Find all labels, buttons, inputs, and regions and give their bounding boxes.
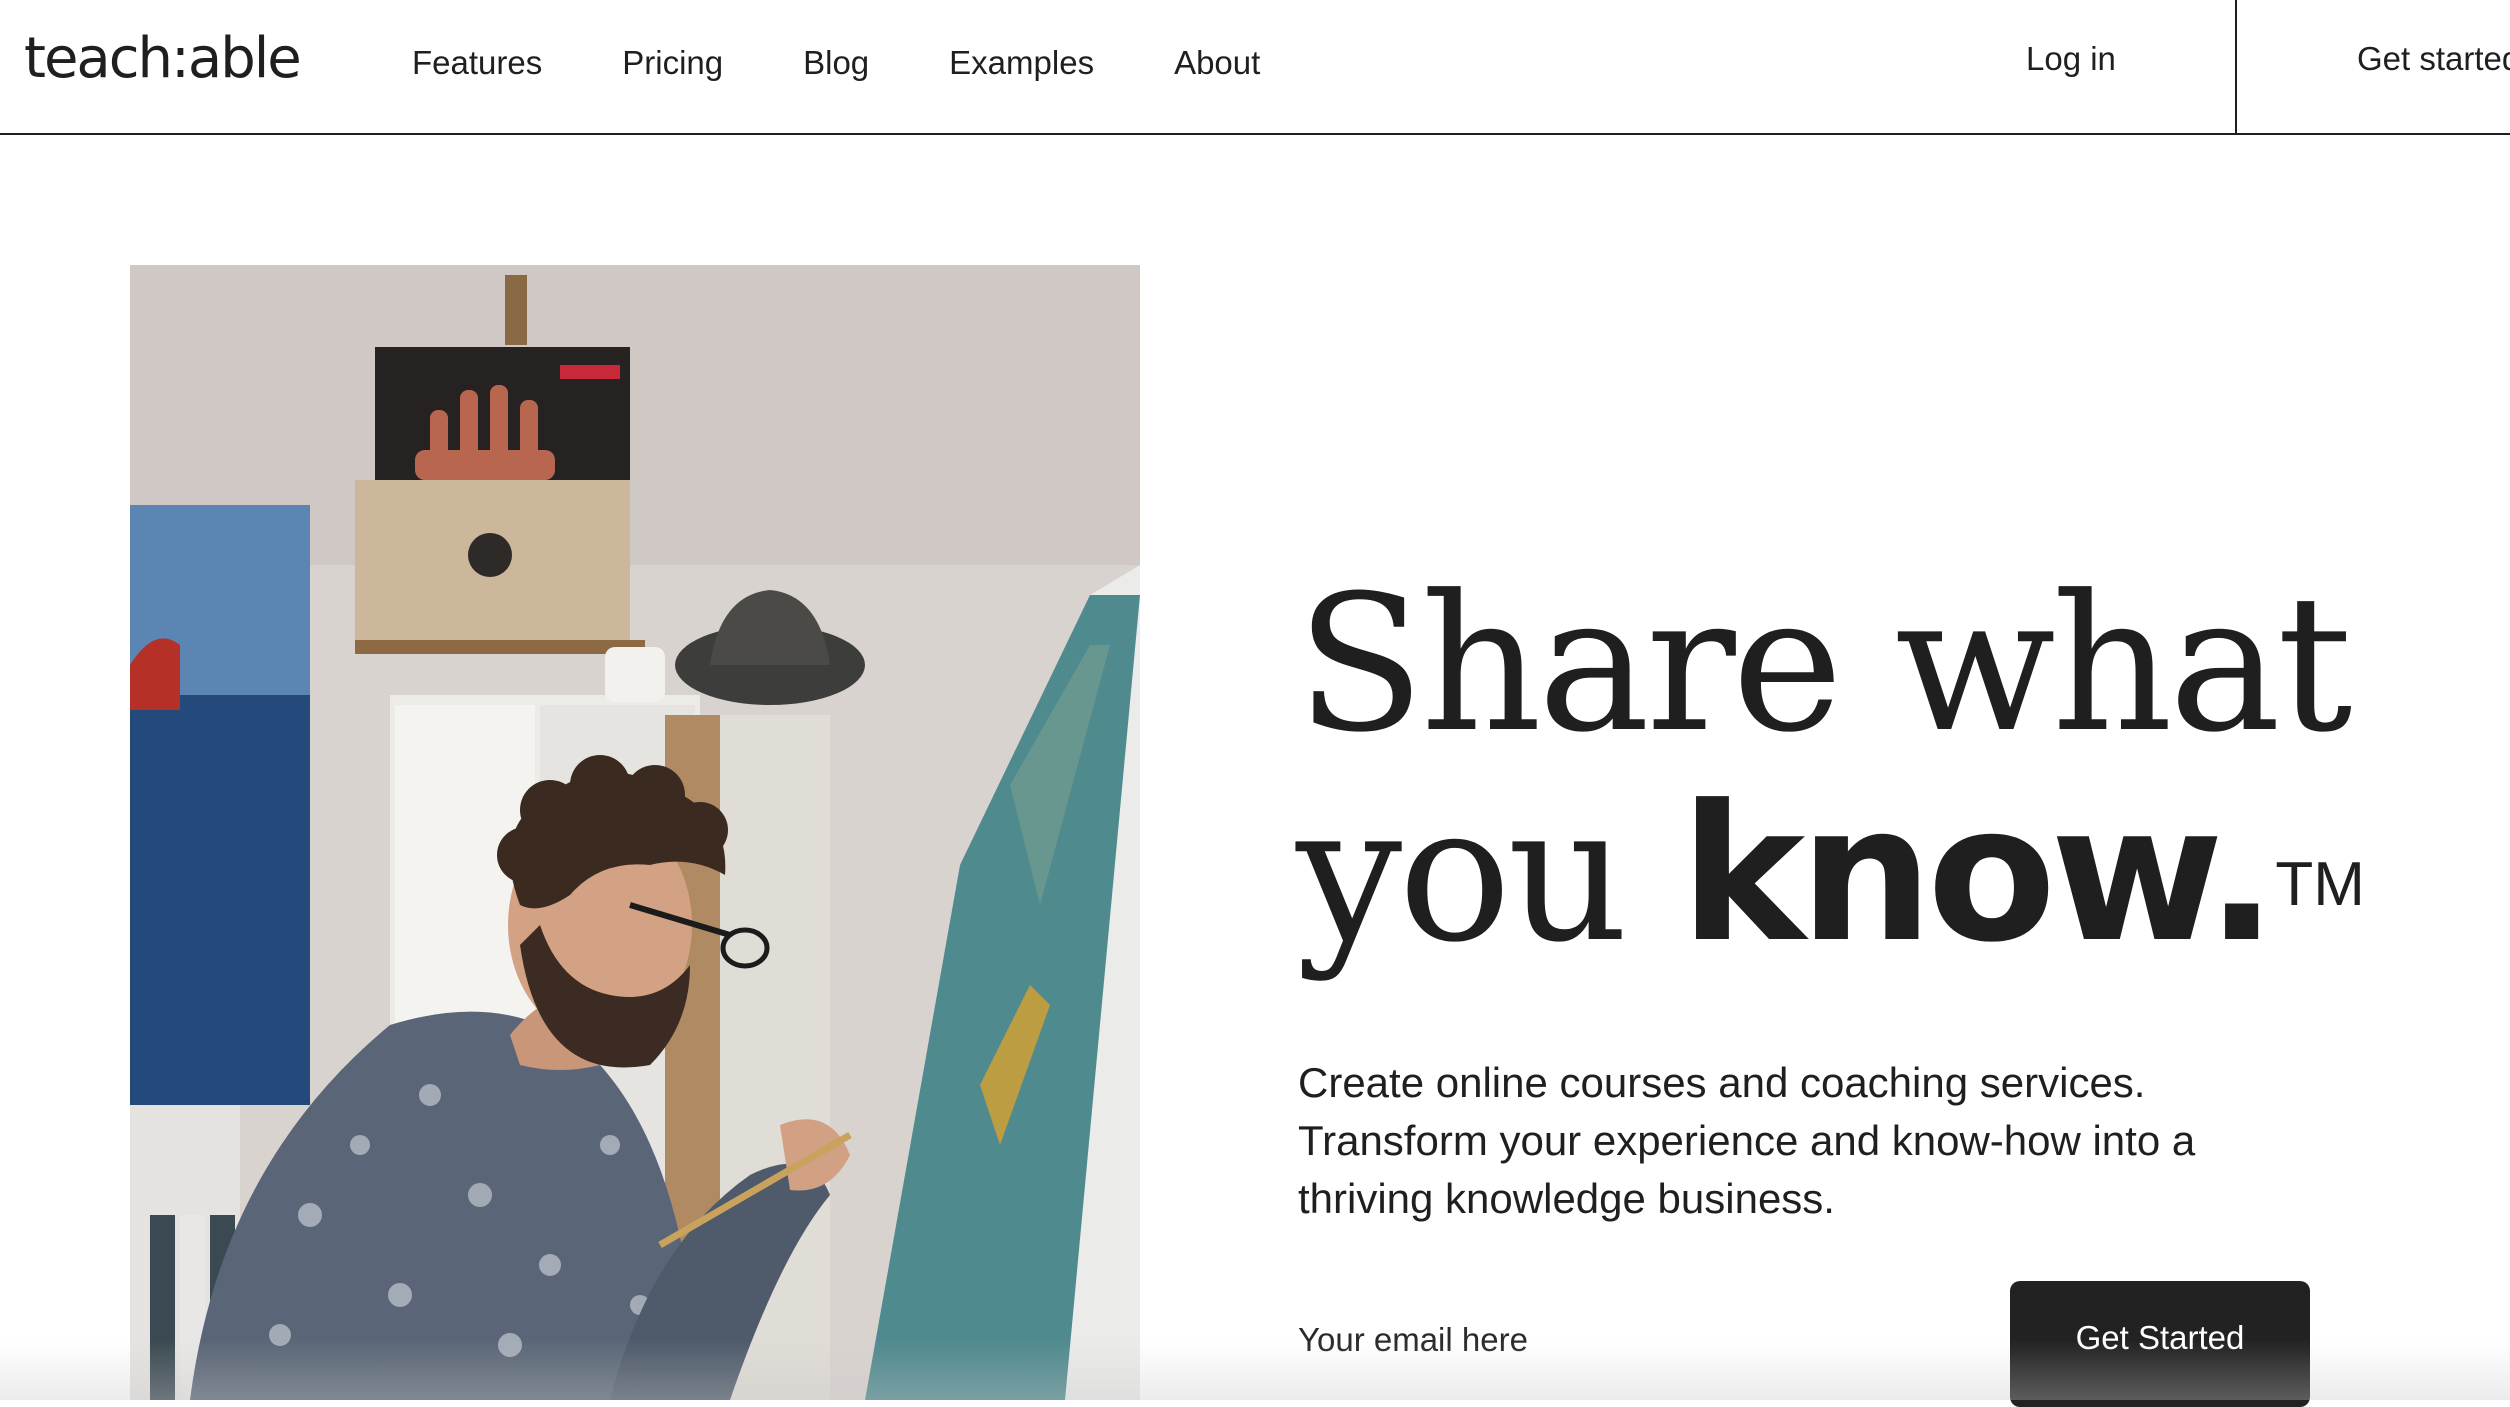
get-started-nav-button[interactable]: Get started <box>2357 36 2510 82</box>
nav-divider <box>2235 0 2237 135</box>
hero-subheading: Create online courses and coaching servi… <box>1298 1059 2196 1222</box>
nav-link-blog[interactable]: Blog <box>803 40 869 86</box>
hero-headline: Share what you know.TM <box>1296 560 2396 980</box>
nav-link-examples[interactable]: Examples <box>949 40 1094 86</box>
login-link[interactable]: Log in <box>2026 36 2116 82</box>
headline-line-1: Share what <box>1296 555 2352 774</box>
hero-photo-artist-painting <box>130 265 1140 1400</box>
headline-line-2: you know.TM <box>1296 770 2396 980</box>
trademark-symbol: TM <box>2275 850 2365 919</box>
top-navigation: teach:able Features Pricing Blog Example… <box>0 0 2510 135</box>
nav-links: Features Pricing Blog Examples About <box>412 40 1340 86</box>
nav-link-pricing[interactable]: Pricing <box>622 40 723 86</box>
email-input[interactable] <box>1298 1310 1938 1370</box>
nav-link-features[interactable]: Features <box>412 40 542 86</box>
headline-know: know. <box>1680 765 2277 984</box>
headline-you: you <box>1296 765 1681 984</box>
get-started-button[interactable]: Get Started <box>2010 1281 2310 1407</box>
nav-link-about[interactable]: About <box>1174 40 1260 86</box>
teachable-logo[interactable]: teach:able <box>24 26 302 92</box>
